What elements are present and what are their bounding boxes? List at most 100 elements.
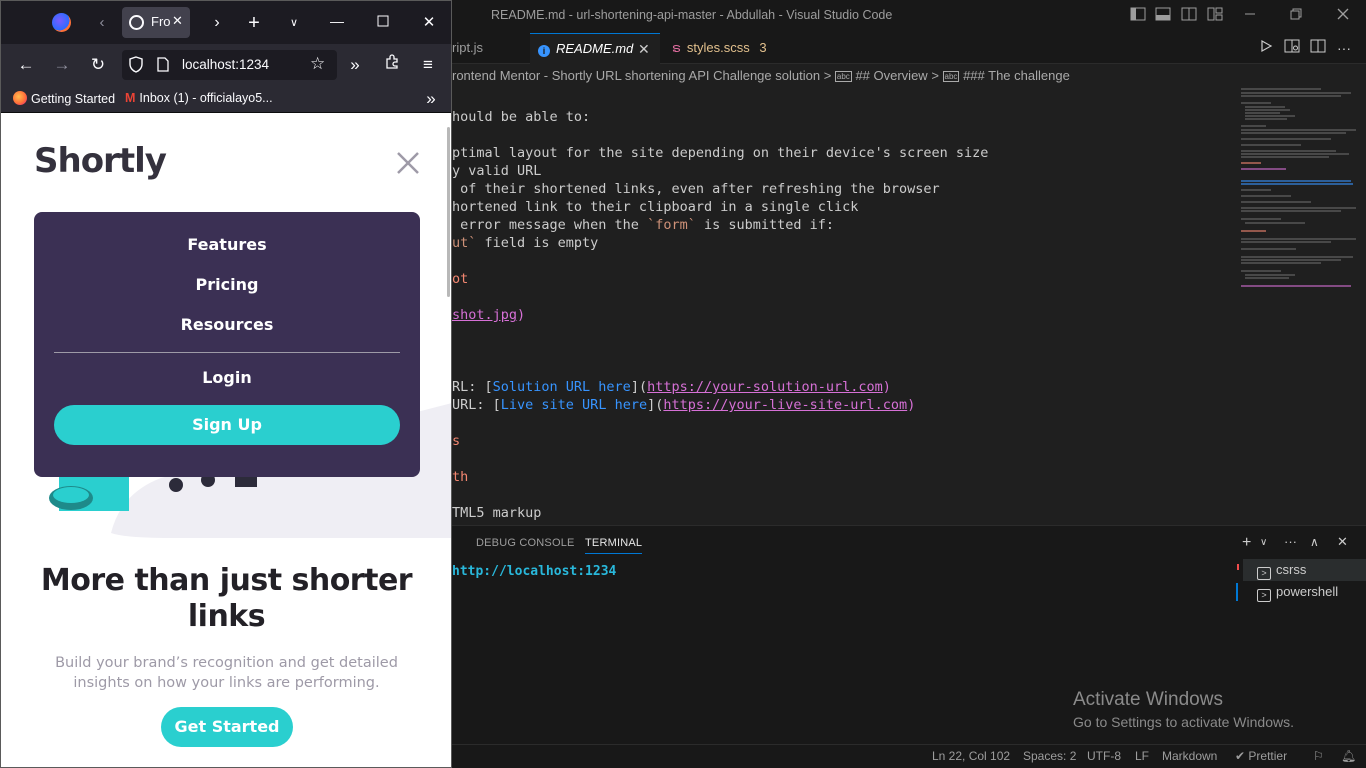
minimap-line [1241,262,1321,264]
terminal-icon: > [1257,589,1271,602]
breadcrumb-item[interactable]: ## Overview [855,68,927,83]
code-line: y valid URL [452,163,542,179]
page-info-icon[interactable] [157,57,169,72]
close-menu-icon[interactable] [395,150,421,176]
minimap-line [1241,285,1351,287]
code-link-text: Live site URL here [500,397,648,413]
feedback-icon[interactable]: ⚐ [1313,749,1324,763]
nav-item-resources[interactable]: Resources [34,315,420,334]
cursor-position[interactable]: Ln 22, Col 102 [932,749,1010,763]
code-line: URL: [Live site URL here](https://your-l… [452,397,915,413]
minimap-line [1241,183,1353,185]
code-link[interactable]: https://your-solution-url.com [647,379,883,395]
maximize-icon[interactable] [371,11,395,35]
customize-layout-icon[interactable] [1205,6,1225,26]
minimap[interactable] [1237,88,1366,524]
code-text: error message when the [452,217,648,233]
extensions-icon[interactable] [380,53,404,77]
toggle-panel-icon[interactable] [1153,6,1173,26]
browser-tab[interactable]: Fro ✕ [122,7,190,38]
tab-script-js[interactable]: ript.js [452,33,530,64]
chevron-down-icon[interactable]: ∨ [1260,537,1267,548]
more-bookmarks-icon[interactable]: » [419,87,443,111]
run-icon[interactable] [1256,38,1276,58]
close-window-icon[interactable] [1333,6,1353,26]
breadcrumb-item[interactable]: ### The challenge [963,68,1070,83]
chevron-double-right-icon[interactable]: » [343,53,367,77]
tab-scroll-left-icon[interactable]: ‹ [90,11,114,35]
code-text: is submitted if: [695,217,835,233]
tracking-protection-icon[interactable] [129,56,143,73]
terminal-label: csrss [1276,562,1307,577]
close-panel-icon[interactable]: ✕ [1337,534,1348,550]
back-icon[interactable]: ← [14,53,38,77]
restore-icon[interactable] [1286,6,1306,26]
hero-subtext: Build your brand’s recognition and get d… [55,655,398,691]
symbol-icon: abc [834,71,852,82]
minimap-line [1241,218,1281,220]
sass-icon: ຣ [672,40,681,55]
encoding[interactable]: UTF-8 [1087,749,1121,763]
close-tab-icon[interactable]: ✕ [638,34,650,64]
nav-item-features[interactable]: Features [34,235,420,254]
minimize-icon[interactable]: — [325,9,349,33]
bookmark-getting-started[interactable]: Getting Started [13,91,115,106]
language-mode[interactable]: Markdown [1162,749,1217,763]
tab-label: ript.js [452,40,484,55]
window-title: README.md - url-shortening-api-master - … [491,8,893,22]
firefox-menu-icon[interactable] [52,13,71,32]
toggle-sidebar-icon[interactable] [1128,6,1148,26]
tab-styles-scss[interactable]: ຣ styles.scss 3 [660,33,785,64]
tab-scroll-right-icon[interactable]: › [205,11,229,35]
close-window-icon[interactable]: ✕ [417,11,441,35]
nav-item-pricing[interactable]: Pricing [34,275,420,294]
minimap-line [1241,153,1349,155]
tab-debug-console[interactable]: DEBUG CONSOLE [476,537,575,549]
indentation[interactable]: Spaces: 2 [1023,749,1076,763]
prettier-status[interactable]: ✔ Prettier [1235,749,1287,763]
tab-terminal[interactable]: TERMINAL [585,537,643,554]
minimap-line [1241,132,1346,134]
split-editor-icon[interactable] [1308,38,1328,58]
code-link[interactable]: https://your-live-site-url.com [663,397,907,413]
more-actions-icon[interactable]: ··· [1284,534,1297,549]
end-of-line[interactable]: LF [1135,749,1149,763]
minimize-icon[interactable] [1240,6,1260,26]
get-started-button[interactable]: Get Started [161,707,293,747]
problem-count-badge: 3 [759,40,767,55]
terminal-item-csrss[interactable]: > csrss [1243,559,1366,581]
minimap-line [1241,88,1321,90]
page-scrollbar[interactable] [447,127,450,297]
maximize-panel-icon[interactable]: ∧ [1310,535,1319,549]
hamburger-menu-icon[interactable]: ≡ [416,53,440,77]
new-terminal-icon[interactable]: + [1242,534,1251,552]
chevron-right-icon: > [823,68,835,83]
site-logo[interactable]: Shortly [34,141,167,181]
bookmark-star-icon[interactable]: ☆ [310,54,325,74]
new-tab-icon[interactable]: + [242,11,266,35]
terminal-item-powershell[interactable]: > powershell [1243,581,1366,603]
more-actions-icon[interactable]: ··· [1334,38,1354,58]
toggle-secondary-sidebar-icon[interactable] [1179,6,1199,26]
forward-icon[interactable]: → [50,53,74,77]
url-bar[interactable]: localhost:1234 ☆ [122,50,337,80]
code-link[interactable]: shot.jpg [452,307,517,323]
tab-title: Fro [151,14,171,29]
login-link[interactable]: Login [34,368,420,387]
reload-icon[interactable]: ↻ [86,53,110,77]
close-tab-icon[interactable]: ✕ [172,13,183,29]
minimap-line [1241,138,1331,140]
code-editor[interactable]: hould be able to: ptimal layout for the … [452,88,1237,524]
gmail-icon: M [125,91,136,105]
signup-button[interactable]: Sign Up [54,405,400,445]
breadcrumb-item[interactable]: rontend Mentor - Shortly URL shortening … [452,68,820,83]
tab-readme[interactable]: i README.md ✕ [530,33,660,64]
minimap-line [1241,162,1261,164]
minimap-line [1245,274,1295,276]
bookmark-gmail-inbox[interactable]: M Inbox (1) - officialayo5... [125,91,273,105]
open-preview-icon[interactable] [1282,38,1302,58]
terminal-icon: > [1257,567,1271,580]
notifications-icon[interactable]: 🔔︎ [1341,749,1356,763]
list-all-tabs-icon[interactable]: ∨ [282,11,306,35]
watermark-title: Activate Windows [1073,689,1223,710]
